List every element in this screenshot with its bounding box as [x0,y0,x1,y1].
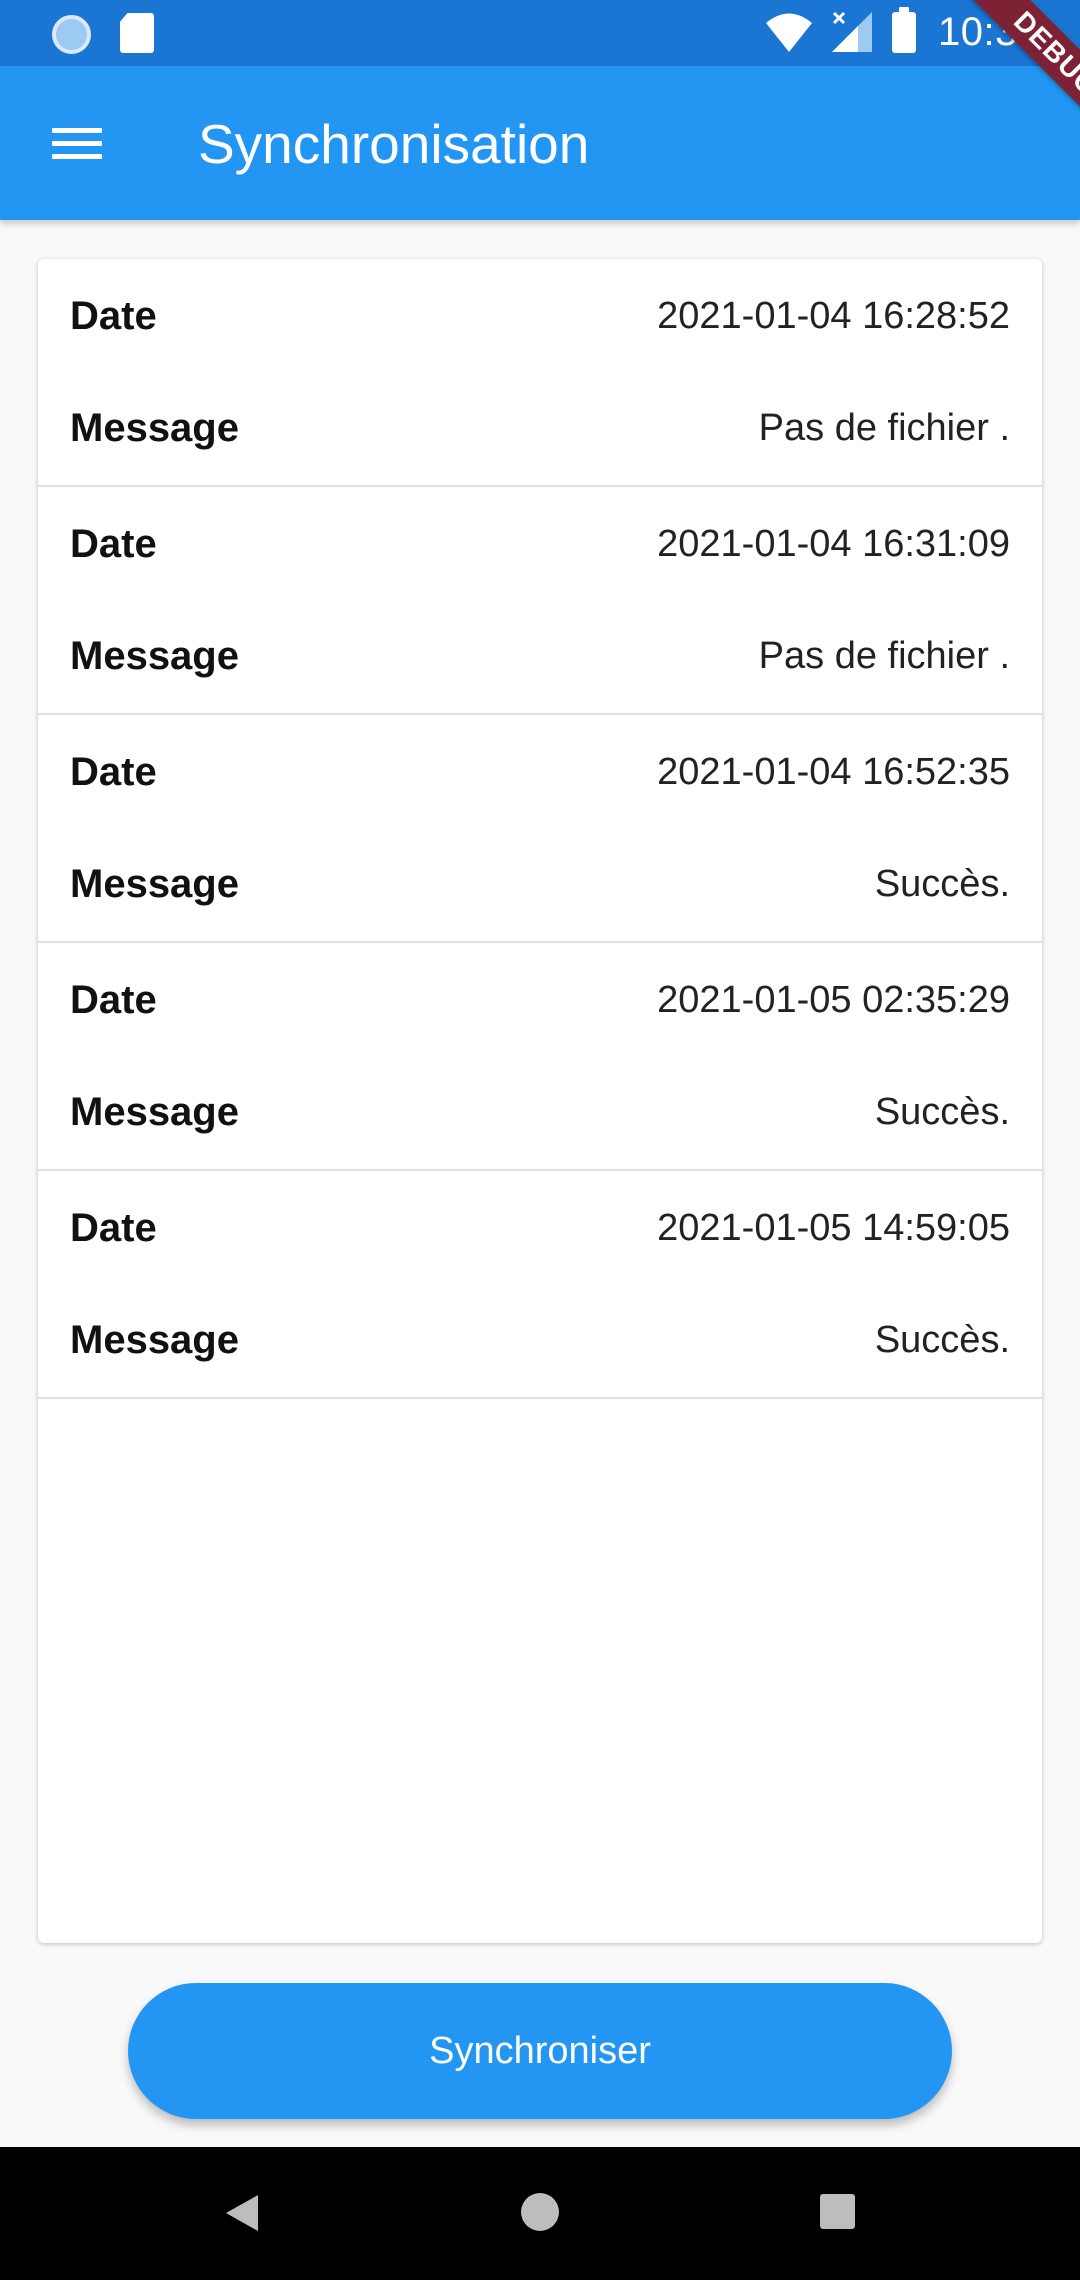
recents-icon[interactable] [820,2194,855,2229]
message-label: Message [70,1089,239,1134]
date-label: Date [70,977,157,1022]
log-entry: Date 2021-01-05 02:35:29 Message Succès. [38,943,1042,1171]
home-icon[interactable] [521,2193,559,2231]
message-label: Message [70,405,239,450]
synchronize-button[interactable]: Synchroniser [128,1983,952,2119]
battery-icon [892,7,916,53]
sd-card-icon [120,13,154,53]
date-label: Date [70,521,157,566]
message-value: Pas de fichier . [758,634,1010,677]
message-value: Succès. [874,1090,1010,1133]
log-entry: Date 2021-01-04 16:28:52 Message Pas de … [38,259,1042,487]
message-value: Succès. [874,862,1010,905]
sync-icon [52,15,91,54]
status-bar: 10:38 [0,0,1080,66]
date-value: 2021-01-04 16:31:09 [657,522,1010,565]
date-value: 2021-01-04 16:52:35 [657,750,1010,793]
date-value: 2021-01-04 16:28:52 [657,294,1010,337]
debug-banner-container: DEBUG [920,0,1080,160]
system-nav-bar [0,2147,1080,2280]
message-value: Pas de fichier . [758,406,1010,449]
date-label: Date [70,1205,157,1250]
date-value: 2021-01-05 02:35:29 [657,978,1010,1021]
date-label: Date [70,749,157,794]
debug-banner: DEBUG [971,0,1080,139]
hamburger-menu-icon[interactable] [52,128,102,160]
signal-icon [832,11,872,52]
back-icon[interactable] [226,2195,258,2231]
wifi-icon [766,13,812,52]
date-label: Date [70,293,157,338]
message-label: Message [70,1317,239,1362]
log-entry: Date 2021-01-04 16:31:09 Message Pas de … [38,487,1042,715]
sync-log-card: Date 2021-01-04 16:28:52 Message Pas de … [38,259,1042,1943]
date-value: 2021-01-05 14:59:05 [657,1206,1010,1249]
log-entry: Date 2021-01-05 14:59:05 Message Succès. [38,1171,1042,1399]
page-title: Synchronisation [198,113,590,175]
log-entry: Date 2021-01-04 16:52:35 Message Succès. [38,715,1042,943]
message-label: Message [70,633,239,678]
message-value: Succès. [874,1318,1010,1361]
message-label: Message [70,861,239,906]
